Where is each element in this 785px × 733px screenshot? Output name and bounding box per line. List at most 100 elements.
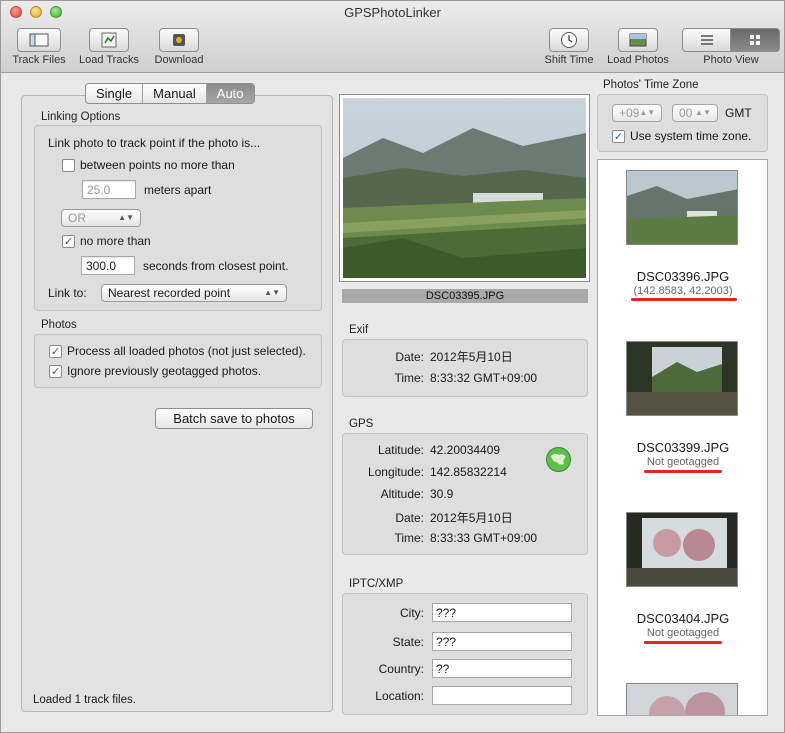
- grid-view-icon[interactable]: [731, 28, 780, 52]
- shift-time-label: Shift Time: [544, 54, 594, 66]
- use-system-tz-checkbox[interactable]: ✓: [612, 129, 625, 143]
- shift-time-button[interactable]: Shift Time: [539, 28, 599, 66]
- city-label: City:: [400, 606, 424, 620]
- app-window: GPSPhotoLinker Track Files Load Tracks D…: [0, 0, 785, 733]
- timezone-minutes-value: 00: [679, 106, 693, 120]
- photo-list[interactable]: DSC03396.JPG (142.8583, 42.2003) DSC0339…: [597, 159, 768, 716]
- state-label: State:: [392, 635, 424, 649]
- seconds-field[interactable]: 300.0: [81, 256, 135, 275]
- no-more-than-label: no more than: [80, 234, 151, 248]
- photo-name: DSC03404.JPG: [636, 611, 730, 626]
- photos-options-box: [34, 334, 322, 388]
- photo-thumbnail[interactable]: [626, 512, 738, 587]
- mode-manual-tab[interactable]: Manual: [143, 84, 207, 103]
- exif-time-value: 8:33:32 GMT+09:00: [430, 371, 538, 385]
- longitude-value: 142.85832214: [430, 465, 507, 479]
- gps-time-row: Time: 8:33:33 GMT+09:00: [342, 531, 537, 545]
- exif-time-label: Time:: [394, 371, 424, 385]
- or-popup[interactable]: OR ▲▼: [61, 209, 141, 227]
- photo-view-label: Photo View: [703, 54, 759, 66]
- highlight-underline: [631, 298, 737, 301]
- photo-view-control[interactable]: Photo View: [681, 28, 781, 66]
- latitude-value: 42.20034409: [430, 443, 501, 457]
- seconds-row: 300.0 seconds from closest point.: [81, 256, 288, 275]
- globe-icon: [546, 447, 571, 472]
- load-tracks-button[interactable]: Load Tracks: [77, 28, 141, 66]
- exif-time-row: Time: 8:33:32 GMT+09:00: [342, 371, 537, 385]
- photo-status: Not geotagged: [646, 627, 720, 639]
- gps-latitude-row: Latitude: 42.20034409: [342, 443, 500, 457]
- use-system-tz-label: Use system time zone.: [630, 129, 752, 143]
- process-all-option[interactable]: ✓ Process all loaded photos (not just se…: [49, 344, 306, 358]
- meters-apart-field[interactable]: 25.0: [82, 180, 136, 199]
- no-more-than-option[interactable]: ✓ no more than: [62, 234, 151, 248]
- country-field[interactable]: ??: [432, 659, 572, 678]
- between-points-checkbox[interactable]: [62, 158, 75, 172]
- photo-status: (142.8583, 42.2003): [633, 285, 733, 297]
- exif-date-label: Date:: [395, 350, 424, 364]
- between-points-option[interactable]: between points no more than: [62, 158, 235, 172]
- link-to-popup[interactable]: Nearest recorded point ▲▼: [101, 284, 287, 302]
- gps-time-label: Time:: [394, 531, 424, 545]
- stepper-arrows-icon: ▲▼: [639, 108, 656, 117]
- altitude-label: Altitude:: [380, 487, 424, 501]
- checkmark-icon: ✓: [613, 130, 624, 143]
- location-field[interactable]: [432, 686, 572, 705]
- photo-status: Not geotagged: [646, 456, 720, 468]
- photo-thumbnail[interactable]: [626, 341, 738, 416]
- load-tracks-label: Load Tracks: [79, 54, 139, 66]
- load-photos-button[interactable]: Load Photos: [604, 28, 672, 66]
- popup-arrows-icon: ▲▼: [118, 213, 134, 222]
- load-photos-label: Load Photos: [607, 54, 669, 66]
- photo-preview: [339, 94, 590, 282]
- ignore-previous-checkbox[interactable]: ✓: [49, 364, 62, 378]
- meters-apart-label: meters apart: [144, 182, 212, 197]
- process-all-label: Process all loaded photos (not just sele…: [67, 344, 306, 358]
- gmt-label: GMT: [725, 106, 752, 120]
- or-row: OR ▲▼: [61, 209, 141, 227]
- location-row: Location:: [342, 689, 430, 703]
- download-button[interactable]: Download: [149, 28, 209, 66]
- use-system-tz-option[interactable]: ✓ Use system time zone.: [612, 129, 751, 143]
- gps-time-value: 8:33:33 GMT+09:00: [430, 531, 538, 545]
- ignore-previous-label: Ignore previously geotagged photos.: [67, 364, 262, 378]
- thumbnail-image: [627, 513, 737, 586]
- meters-row: 25.0 meters apart: [82, 180, 211, 199]
- view-mode-segment[interactable]: [682, 28, 780, 52]
- highlight-underline: [644, 641, 722, 644]
- photo-thumbnail[interactable]: [626, 170, 738, 245]
- mode-segment[interactable]: Single Manual Auto: [85, 83, 255, 104]
- link-to-value: Nearest recorded point: [108, 286, 231, 300]
- gps-heading: GPS: [349, 418, 374, 430]
- timezone-minutes-stepper[interactable]: 00 ▲▼: [672, 104, 718, 122]
- country-label: Country:: [378, 662, 424, 676]
- track-files-button[interactable]: Track Files: [7, 28, 71, 66]
- list-view-icon[interactable]: [682, 28, 731, 52]
- highlight-underline: [644, 470, 722, 473]
- state-field[interactable]: ???: [432, 632, 572, 651]
- thumbnail-image: [627, 342, 737, 415]
- mode-single-tab[interactable]: Single: [86, 84, 144, 103]
- city-field[interactable]: ???: [432, 603, 572, 622]
- load-photos-icon: [618, 28, 658, 52]
- gps-longitude-row: Longitude: 142.85832214: [342, 465, 507, 479]
- checkmark-icon: ✓: [50, 345, 61, 358]
- gps-date-row: Date: 2012年5月10日: [342, 509, 512, 526]
- no-more-than-checkbox[interactable]: ✓: [62, 234, 75, 248]
- ignore-previous-option[interactable]: ✓ Ignore previously geotagged photos.: [49, 364, 261, 378]
- photo-thumbnail[interactable]: [626, 683, 738, 715]
- show-map-button[interactable]: [545, 446, 572, 476]
- gps-altitude-row: Altitude: 30.9: [342, 487, 454, 501]
- batch-save-button[interactable]: Batch save to photos: [155, 408, 313, 429]
- photo-name: DSC03396.JPG: [636, 269, 730, 284]
- latitude-label: Latitude:: [377, 443, 424, 457]
- process-all-checkbox[interactable]: ✓: [49, 344, 62, 358]
- track-files-icon: [17, 28, 61, 52]
- mode-auto-tab[interactable]: Auto: [206, 84, 254, 103]
- or-popup-value: OR: [68, 211, 86, 225]
- checkmark-icon: ✓: [63, 235, 74, 248]
- altitude-value: 30.9: [430, 487, 454, 501]
- link-to-label: Link to:: [48, 286, 87, 300]
- timezone-hours-stepper[interactable]: +09 ▲▼: [612, 104, 662, 122]
- download-label: Download: [154, 54, 204, 66]
